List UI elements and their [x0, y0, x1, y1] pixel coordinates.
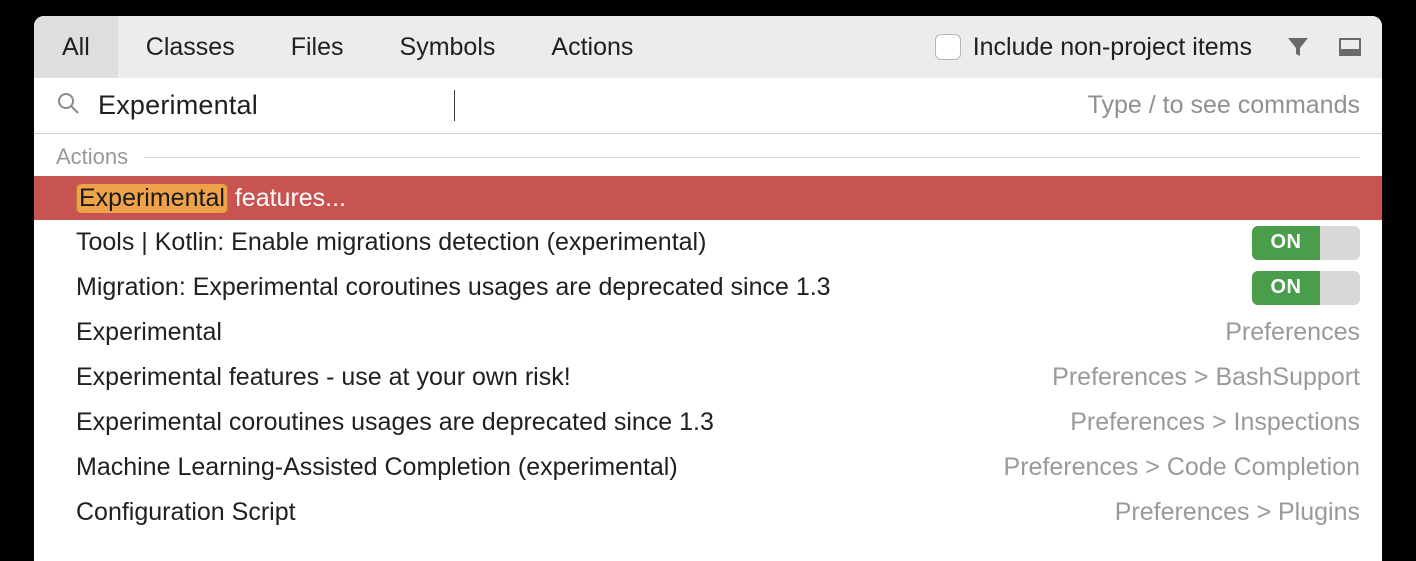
- result-path: Preferences > Plugins: [1115, 498, 1360, 527]
- search-hint: Type / to see commands: [1088, 91, 1360, 120]
- result-label: Machine Learning-Assisted Completion (ex…: [76, 453, 1004, 482]
- section-header-actions: Actions: [34, 134, 1382, 176]
- scope-tabbar: All Classes Files Symbols Actions Includ…: [34, 16, 1382, 78]
- result-row[interactable]: Experimental coroutines usages are depre…: [34, 400, 1382, 445]
- divider: [144, 157, 1360, 158]
- include-non-project-toggle[interactable]: Include non-project items: [935, 33, 1272, 62]
- result-row[interactable]: Migration: Experimental coroutines usage…: [34, 265, 1382, 310]
- toggle-switch[interactable]: ON: [1252, 226, 1360, 260]
- checkbox-icon[interactable]: [935, 34, 961, 60]
- result-label: Migration: Experimental coroutines usage…: [76, 273, 1252, 302]
- toggle-on-label: ON: [1252, 226, 1320, 260]
- toggle-on-label: ON: [1252, 271, 1320, 305]
- result-path: Preferences: [1225, 318, 1360, 347]
- result-label: Experimental features...: [76, 184, 1360, 213]
- search-everywhere-popup: All Classes Files Symbols Actions Includ…: [34, 16, 1382, 561]
- match-highlight: Experimental: [76, 184, 228, 213]
- search-icon: [56, 91, 80, 120]
- result-label: Experimental: [76, 318, 1225, 347]
- tab-symbols[interactable]: Symbols: [372, 16, 524, 78]
- result-row[interactable]: Machine Learning-Assisted Completion (ex…: [34, 445, 1382, 490]
- result-label: Experimental coroutines usages are depre…: [76, 408, 1070, 437]
- search-bar: Type / to see commands: [34, 78, 1382, 134]
- filter-button[interactable]: [1280, 29, 1316, 65]
- result-path: Preferences > Inspections: [1070, 408, 1360, 437]
- search-input[interactable]: [80, 90, 455, 121]
- result-label: Experimental features - use at your own …: [76, 363, 1052, 392]
- result-label-rest: features...: [228, 184, 346, 212]
- result-row[interactable]: Experimental features - use at your own …: [34, 355, 1382, 400]
- result-row[interactable]: Configuration Script Preferences > Plugi…: [34, 490, 1382, 535]
- result-row[interactable]: Tools | Kotlin: Enable migrations detect…: [34, 220, 1382, 265]
- toggle-switch[interactable]: ON: [1252, 271, 1360, 305]
- result-label: Tools | Kotlin: Enable migrations detect…: [76, 228, 1252, 257]
- result-label: Configuration Script: [76, 498, 1115, 527]
- section-header-label: Actions: [56, 144, 128, 170]
- result-row-selected[interactable]: Experimental features...: [34, 176, 1382, 220]
- result-path: Preferences > Code Completion: [1004, 453, 1360, 482]
- tab-classes[interactable]: Classes: [118, 16, 263, 78]
- funnel-icon: [1286, 35, 1310, 59]
- pin-window-button[interactable]: [1332, 29, 1368, 65]
- tab-all[interactable]: All: [34, 16, 118, 78]
- include-non-project-label: Include non-project items: [973, 33, 1252, 62]
- result-path: Preferences > BashSupport: [1052, 363, 1360, 392]
- tab-actions[interactable]: Actions: [523, 16, 661, 78]
- window-icon: [1338, 35, 1362, 59]
- result-row[interactable]: Experimental Preferences: [34, 310, 1382, 355]
- tab-files[interactable]: Files: [263, 16, 372, 78]
